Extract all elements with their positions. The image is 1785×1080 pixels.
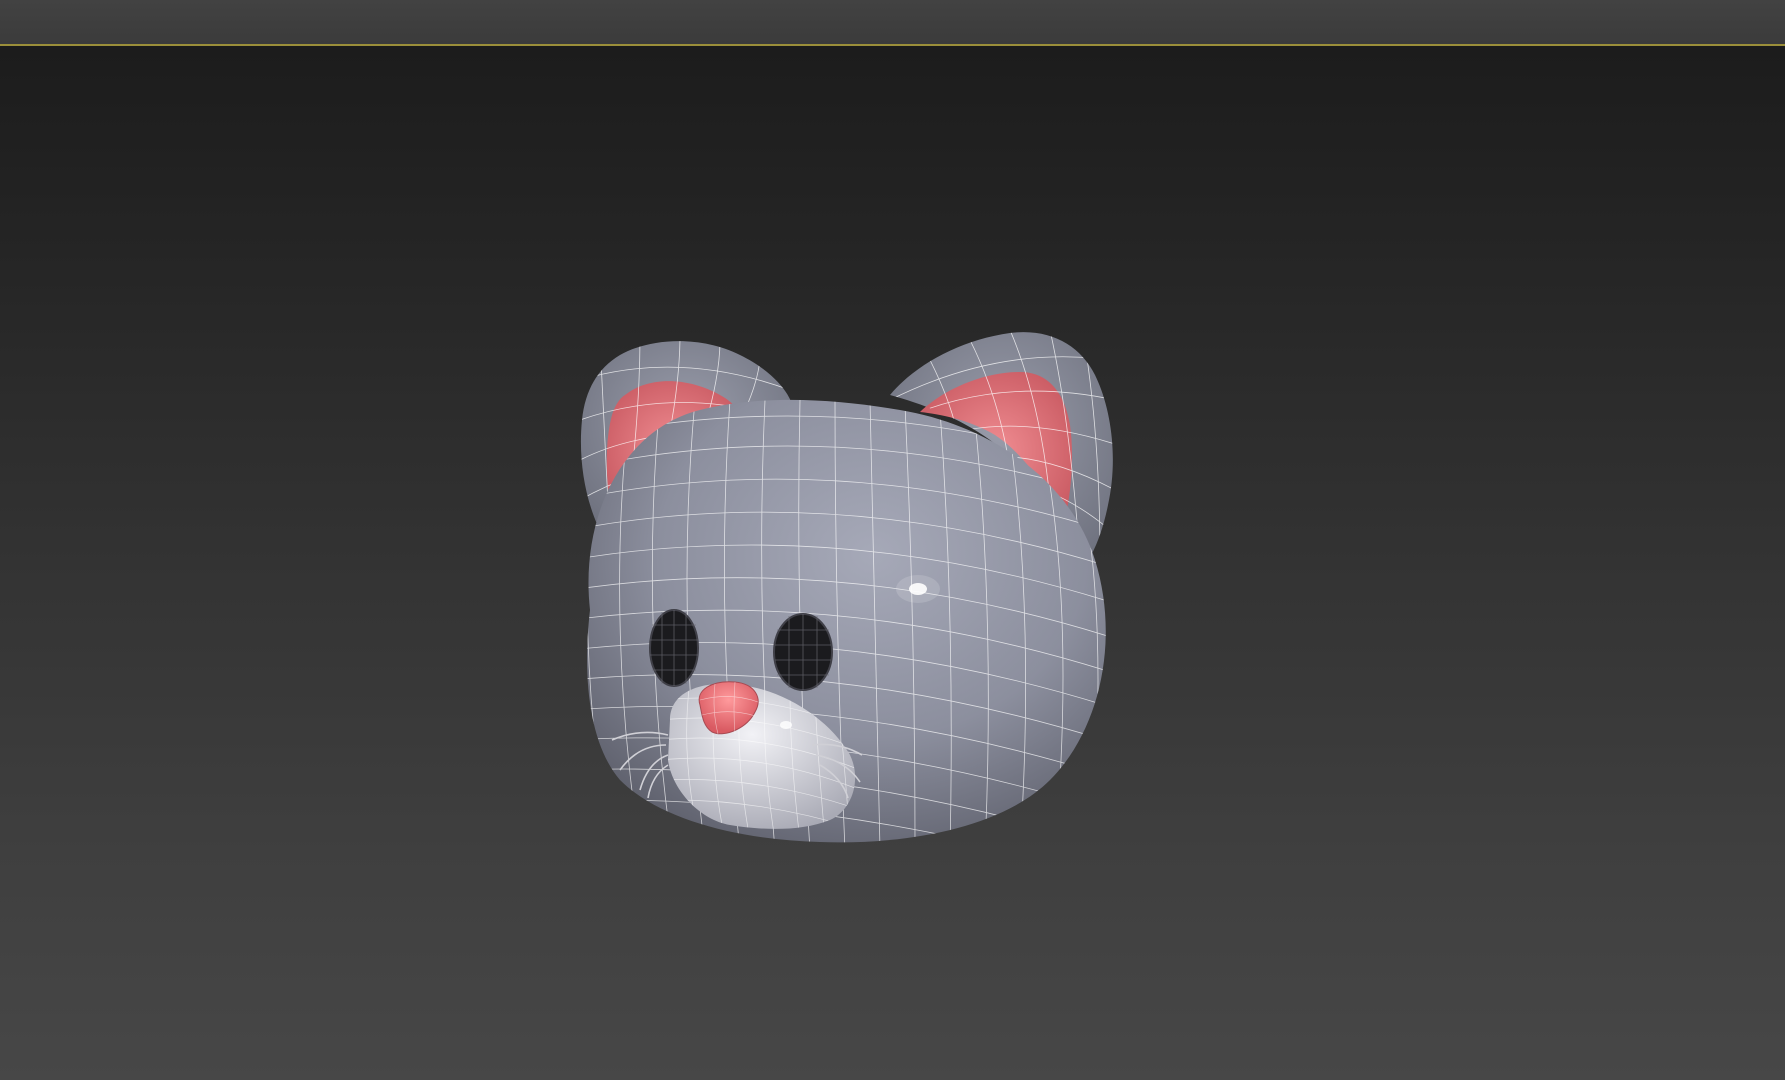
mouse-head-model[interactable] [0,46,1785,1080]
right-eye[interactable] [773,613,833,691]
viewport-header-bar [0,0,1785,44]
left-eye[interactable] [649,609,699,687]
app-window [0,0,1785,1080]
